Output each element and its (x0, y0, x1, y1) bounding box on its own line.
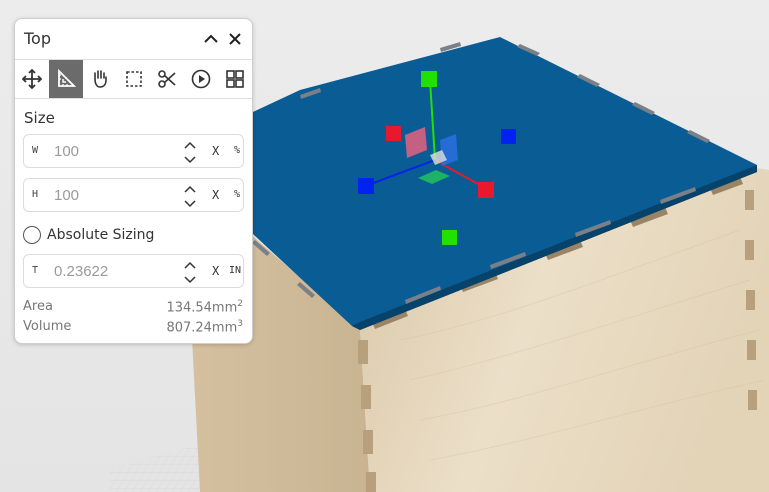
resize-icon (57, 68, 76, 87)
thickness-input[interactable] (54, 261, 164, 281)
gizmo-y-handle[interactable] (421, 71, 437, 87)
scissors-icon (158, 70, 176, 88)
height-label: H (32, 189, 39, 200)
gizmo-z-handle[interactable] (358, 178, 374, 194)
move-icon (21, 68, 43, 90)
thickness-label: T (32, 265, 39, 276)
width-stepper (183, 137, 197, 167)
area-exponent: 2 (237, 299, 243, 309)
volume-label: Volume (23, 319, 72, 334)
width-reset-button[interactable]: X (212, 144, 219, 158)
panel-title: Top (24, 29, 51, 48)
chevron-up-icon (184, 261, 196, 269)
area-label: Area (23, 299, 53, 314)
width-input[interactable] (54, 141, 164, 161)
chevron-up-icon (184, 141, 196, 149)
area-value: 134.54mm2 (166, 299, 243, 315)
volume-value: 807.24mm3 (166, 319, 243, 335)
tool-select-box[interactable] (117, 60, 151, 98)
close-icon (229, 33, 241, 45)
tool-scissors[interactable] (150, 60, 184, 98)
volume-exponent: 3 (237, 319, 243, 329)
chevron-down-icon (184, 155, 196, 163)
width-field: W X % (23, 134, 244, 168)
gizmo-x-neg-handle[interactable] (386, 126, 401, 141)
tool-grid[interactable] (218, 60, 252, 98)
volume-number: 807.24mm (166, 320, 238, 336)
tool-play[interactable] (184, 60, 218, 98)
height-reset-button[interactable]: X (212, 188, 219, 202)
height-stepper (183, 181, 197, 211)
width-unit-toggle[interactable]: % (234, 145, 240, 156)
chevron-down-icon (184, 275, 196, 283)
checkbox-circle[interactable] (23, 226, 41, 244)
height-decrement-button[interactable] (183, 197, 197, 210)
properties-panel: Top Size W 100 X % H 100 X % Absolute Si… (14, 18, 253, 344)
panel-header: Top (15, 19, 252, 59)
area-row: Area 134.54mm2 (23, 299, 243, 317)
play-icon (191, 69, 211, 89)
thickness-decrement-button[interactable] (183, 273, 197, 286)
height-increment-button[interactable] (183, 182, 197, 195)
size-section-label: Size (24, 109, 55, 127)
height-field: H X % (23, 178, 244, 212)
thickness-unit-toggle[interactable]: IN (229, 265, 241, 276)
grid-icon (226, 70, 244, 88)
close-button[interactable] (225, 29, 245, 49)
chevron-up-icon (184, 185, 196, 193)
tool-resize[interactable] (48, 60, 83, 98)
width-label: W (32, 145, 39, 156)
thickness-stepper (183, 257, 197, 287)
absolute-sizing-label: Absolute Sizing (47, 227, 155, 243)
tool-hand[interactable] (83, 60, 117, 98)
height-input[interactable] (54, 185, 164, 205)
hand-icon (93, 70, 107, 88)
thickness-increment-button[interactable] (183, 258, 197, 271)
chevron-up-icon (204, 34, 218, 43)
gizmo-y-neg-handle[interactable] (442, 230, 457, 245)
thickness-reset-button[interactable]: X (212, 264, 219, 278)
volume-row: Volume 807.24mm3 (23, 319, 243, 337)
tool-toolbar (15, 59, 252, 99)
tool-move[interactable] (15, 60, 49, 98)
gizmo-z-neg-handle[interactable] (501, 129, 516, 144)
width-increment-button[interactable] (183, 138, 197, 151)
area-number: 134.54mm (166, 300, 238, 316)
gizmo-x-handle[interactable] (478, 182, 494, 198)
height-unit-toggle[interactable]: % (234, 189, 240, 200)
collapse-button[interactable] (201, 29, 221, 49)
chevron-down-icon (184, 199, 196, 207)
absolute-sizing-checkbox[interactable]: Absolute Sizing (23, 224, 154, 246)
width-decrement-button[interactable] (183, 153, 197, 166)
thickness-field: T X IN (23, 254, 244, 288)
select-box-icon (125, 71, 142, 87)
